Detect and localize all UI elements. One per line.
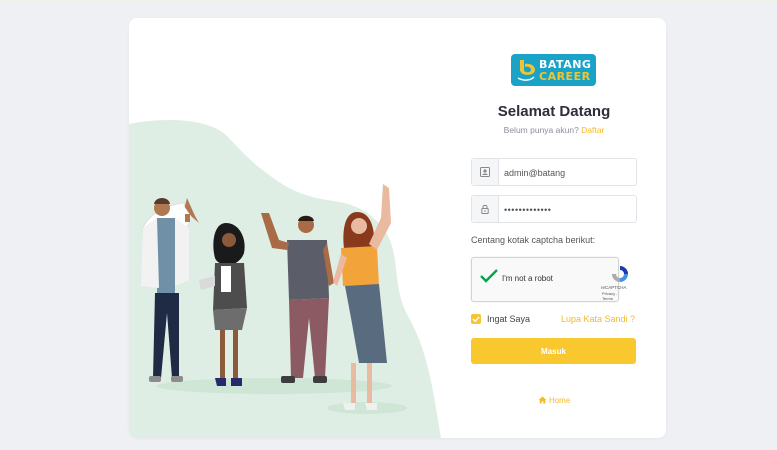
home-icon xyxy=(538,396,547,404)
page-title: Selamat Datang xyxy=(497,103,611,120)
recaptcha-widget[interactable]: I'm not a robot reCAPTCHA Privacy - Term… xyxy=(471,257,628,302)
login-button[interactable]: Masuk xyxy=(471,338,636,364)
login-card: BATANG CAREER Selamat Datang Belum punya… xyxy=(129,18,666,438)
id-card-icon xyxy=(472,159,499,185)
username-field[interactable] xyxy=(471,158,637,186)
checkmark-icon[interactable] xyxy=(480,268,498,284)
register-prompt: Belum punya akun? Daftar xyxy=(471,125,637,135)
register-link[interactable]: Daftar xyxy=(581,125,604,135)
remember-checkbox[interactable] xyxy=(471,314,481,324)
password-field[interactable] xyxy=(471,195,637,223)
batang-career-logo: BATANG CAREER xyxy=(511,54,596,86)
home-label[interactable]: Home xyxy=(549,396,570,405)
captcha-label: I'm not a robot xyxy=(502,274,553,283)
recaptcha-links[interactable]: Privacy - Terms xyxy=(602,291,618,301)
check-icon xyxy=(472,316,480,323)
remember-me[interactable]: Ingat Saya xyxy=(471,314,530,324)
password-input[interactable] xyxy=(502,201,632,219)
top-strip xyxy=(0,0,777,2)
remember-label: Ingat Saya xyxy=(487,314,531,324)
home-link[interactable]: Home xyxy=(471,396,637,405)
username-input[interactable] xyxy=(502,164,632,182)
logo-text-line2: CAREER xyxy=(539,70,591,83)
captcha-caption: Centang kotak captcha berikut: xyxy=(471,235,596,245)
logo-mark-icon xyxy=(517,60,535,81)
register-prompt-text: Belum punya akun? xyxy=(503,125,579,135)
team-illustration xyxy=(129,120,441,438)
lock-icon xyxy=(472,196,499,222)
recaptcha-logo-icon xyxy=(612,266,628,282)
login-panel: BATANG CAREER Selamat Datang Belum punya… xyxy=(471,18,666,438)
forgot-password-link[interactable]: Lupa Kata Sandi ? xyxy=(561,314,635,324)
recaptcha-brand: reCAPTCHA xyxy=(601,285,627,290)
